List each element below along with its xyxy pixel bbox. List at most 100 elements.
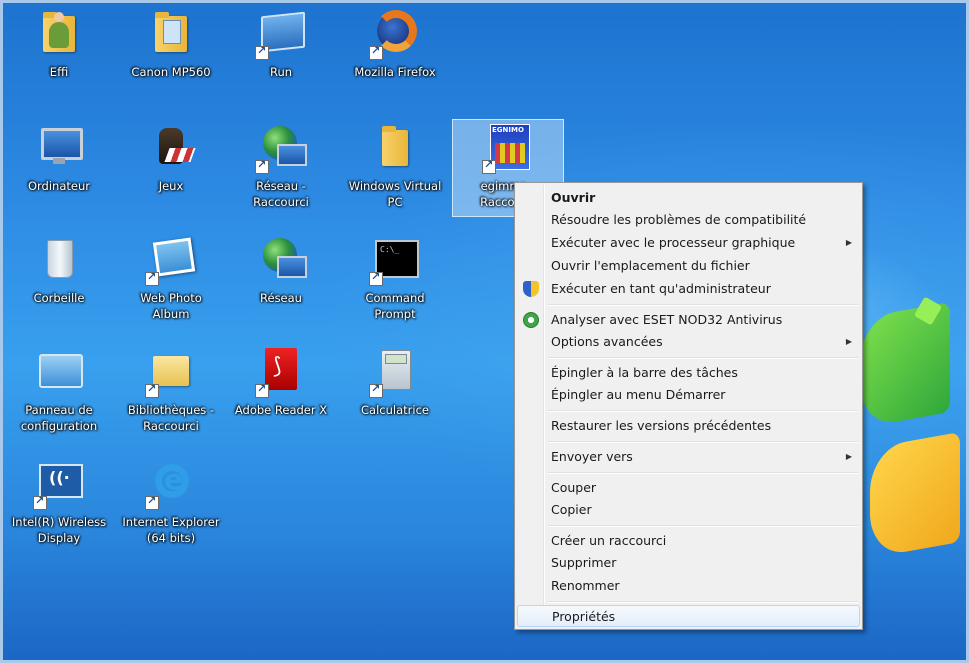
desktop-icon-internet-explorer[interactable]: Internet Explorer (64 bits) bbox=[116, 458, 226, 546]
menu-item-resoudre-compatibilite[interactable]: Résoudre les problèmes de compatibilité bbox=[517, 209, 860, 231]
desktop-icon-run[interactable]: Run bbox=[226, 8, 336, 80]
firefox-icon bbox=[369, 8, 419, 60]
desktop-icon-label: Windows Virtual PC bbox=[348, 179, 442, 209]
shortcut-arrow-icon bbox=[369, 44, 383, 60]
shortcut-arrow-icon bbox=[482, 158, 496, 174]
menu-separator bbox=[548, 357, 858, 359]
command-prompt-icon bbox=[369, 234, 419, 286]
menu-item-executer-processeur-graphique[interactable]: Exécuter avec le processeur graphique ▶ bbox=[517, 232, 860, 254]
desktop-icon-intel-wireless-display[interactable]: Intel(R) Wireless Display bbox=[4, 458, 114, 546]
menu-item-proprietes[interactable]: Propriétés bbox=[517, 605, 860, 627]
shortcut-arrow-icon bbox=[145, 270, 159, 286]
control-panel-icon bbox=[35, 346, 83, 394]
menu-item-analyser-eset[interactable]: Analyser avec ESET NOD32 Antivirus bbox=[517, 309, 860, 331]
menu-item-label: Propriétés bbox=[552, 609, 616, 624]
menu-separator bbox=[548, 441, 858, 443]
desktop-icon-label: Web Photo Album bbox=[140, 291, 202, 321]
submenu-arrow-icon: ▶ bbox=[845, 452, 852, 461]
menu-item-label: Créer un raccourci bbox=[551, 533, 667, 548]
desktop-icon-label: Corbeille bbox=[33, 291, 85, 305]
desktop-icon-label: Run bbox=[269, 65, 293, 79]
pdf-icon bbox=[255, 346, 305, 398]
computer-icon bbox=[35, 122, 83, 170]
shortcut-arrow-icon bbox=[369, 382, 383, 398]
desktop-icon-label: Réseau - Raccourci bbox=[253, 179, 309, 209]
wireless-display-icon bbox=[33, 458, 83, 510]
calculator-icon bbox=[369, 346, 419, 398]
printer-folder-icon bbox=[147, 8, 195, 56]
desktop-icon-web-photo-album[interactable]: Web Photo Album bbox=[116, 234, 226, 322]
menu-item-label: Ouvrir bbox=[551, 190, 596, 205]
menu-item-options-avancees[interactable]: Options avancées ▶ bbox=[517, 331, 860, 353]
menu-item-label: Épingler au menu Démarrer bbox=[551, 387, 726, 402]
run-icon bbox=[255, 8, 305, 60]
menu-item-label: Couper bbox=[551, 480, 597, 495]
menu-item-epingler-menu-demarrer[interactable]: Épingler au menu Démarrer bbox=[517, 384, 860, 406]
eset-icon bbox=[523, 312, 539, 328]
desktop-icon-label: Internet Explorer (64 bits) bbox=[122, 515, 220, 545]
menu-item-label: Analyser avec ESET NOD32 Antivirus bbox=[551, 312, 783, 327]
desktop-icon-command-prompt[interactable]: Command Prompt bbox=[340, 234, 450, 322]
desktop-icon-windows-virtual-pc[interactable]: Windows Virtual PC bbox=[340, 122, 450, 210]
desktop-icon-jeux[interactable]: Jeux bbox=[116, 122, 226, 194]
menu-separator bbox=[548, 410, 858, 412]
desktop-icon-canon-mp560[interactable]: Canon MP560 bbox=[116, 8, 226, 80]
desktop-icon-reseau[interactable]: Réseau bbox=[226, 234, 336, 306]
submenu-arrow-icon: ▶ bbox=[845, 337, 852, 346]
shortcut-arrow-icon bbox=[33, 494, 47, 510]
network-icon bbox=[257, 234, 307, 282]
menu-item-label: Exécuter avec le processeur graphique bbox=[551, 235, 796, 250]
shortcut-arrow-icon bbox=[369, 270, 383, 286]
menu-item-label: Épingler à la barre des tâches bbox=[551, 365, 738, 380]
menu-item-label: Options avancées bbox=[551, 334, 663, 349]
desktop-icon-reseau-raccourci[interactable]: Réseau - Raccourci bbox=[226, 122, 336, 210]
menu-item-supprimer[interactable]: Supprimer bbox=[517, 552, 860, 574]
shortcut-arrow-icon bbox=[145, 494, 159, 510]
desktop-icon-panneau-de-configuration[interactable]: Panneau de configuration bbox=[4, 346, 114, 434]
menu-separator bbox=[548, 304, 858, 306]
desktop-icon-label: Bibliothèques - Raccourci bbox=[127, 403, 215, 433]
menu-item-label: Supprimer bbox=[551, 555, 617, 570]
egimmo-icon bbox=[482, 122, 532, 174]
internet-explorer-icon bbox=[145, 458, 195, 510]
shortcut-arrow-icon bbox=[255, 382, 269, 398]
desktop-icon-calculatrice[interactable]: Calculatrice bbox=[340, 346, 450, 418]
menu-item-envoyer-vers[interactable]: Envoyer vers ▶ bbox=[517, 446, 860, 468]
desktop[interactable]: Effi Canon MP560 Run Mozilla Firefox Ord… bbox=[0, 0, 969, 663]
photo-album-icon bbox=[145, 234, 196, 286]
games-icon bbox=[147, 122, 196, 170]
shortcut-arrow-icon bbox=[255, 158, 269, 174]
desktop-icon-corbeille[interactable]: Corbeille bbox=[4, 234, 114, 306]
desktop-icon-label: Ordinateur bbox=[27, 179, 90, 193]
menu-item-label: Renommer bbox=[551, 578, 620, 593]
folder-icon bbox=[371, 122, 419, 170]
desktop-icon-label: Effi bbox=[49, 65, 69, 79]
recycle-bin-icon bbox=[35, 234, 83, 282]
menu-item-copier[interactable]: Copier bbox=[517, 499, 860, 521]
menu-item-label: Ouvrir l'emplacement du fichier bbox=[551, 258, 750, 273]
desktop-icon-label: Adobe Reader X bbox=[234, 403, 328, 417]
menu-item-label: Restaurer les versions précédentes bbox=[551, 418, 772, 433]
library-folder-icon bbox=[145, 346, 195, 398]
desktop-icon-ordinateur[interactable]: Ordinateur bbox=[4, 122, 114, 194]
desktop-icon-label: Calculatrice bbox=[361, 403, 429, 417]
menu-item-renommer[interactable]: Renommer bbox=[517, 575, 860, 597]
desktop-icon-effi[interactable]: Effi bbox=[4, 8, 114, 80]
menu-item-label: Exécuter en tant qu'administrateur bbox=[551, 281, 771, 296]
desktop-icon-firefox[interactable]: Mozilla Firefox bbox=[340, 8, 450, 80]
menu-item-ouvrir[interactable]: Ouvrir bbox=[517, 187, 860, 209]
menu-item-couper[interactable]: Couper bbox=[517, 477, 860, 499]
menu-item-creer-raccourci[interactable]: Créer un raccourci bbox=[517, 530, 860, 552]
menu-separator bbox=[548, 472, 858, 474]
context-menu: Ouvrir Résoudre les problèmes de compati… bbox=[514, 182, 863, 630]
user-folder-icon bbox=[35, 8, 83, 56]
menu-item-restaurer-versions[interactable]: Restaurer les versions précédentes bbox=[517, 415, 860, 437]
desktop-icon-adobe-reader-x[interactable]: Adobe Reader X bbox=[226, 346, 336, 418]
menu-item-executer-administrateur[interactable]: Exécuter en tant qu'administrateur bbox=[517, 278, 860, 300]
menu-item-ouvrir-emplacement[interactable]: Ouvrir l'emplacement du fichier bbox=[517, 255, 860, 277]
desktop-icon-label: Jeux bbox=[158, 179, 184, 193]
menu-item-epingler-barre-taches[interactable]: Épingler à la barre des tâches bbox=[517, 362, 860, 384]
desktop-icon-bibliotheques-raccourci[interactable]: Bibliothèques - Raccourci bbox=[116, 346, 226, 434]
menu-separator bbox=[548, 525, 858, 527]
menu-separator bbox=[548, 601, 858, 603]
